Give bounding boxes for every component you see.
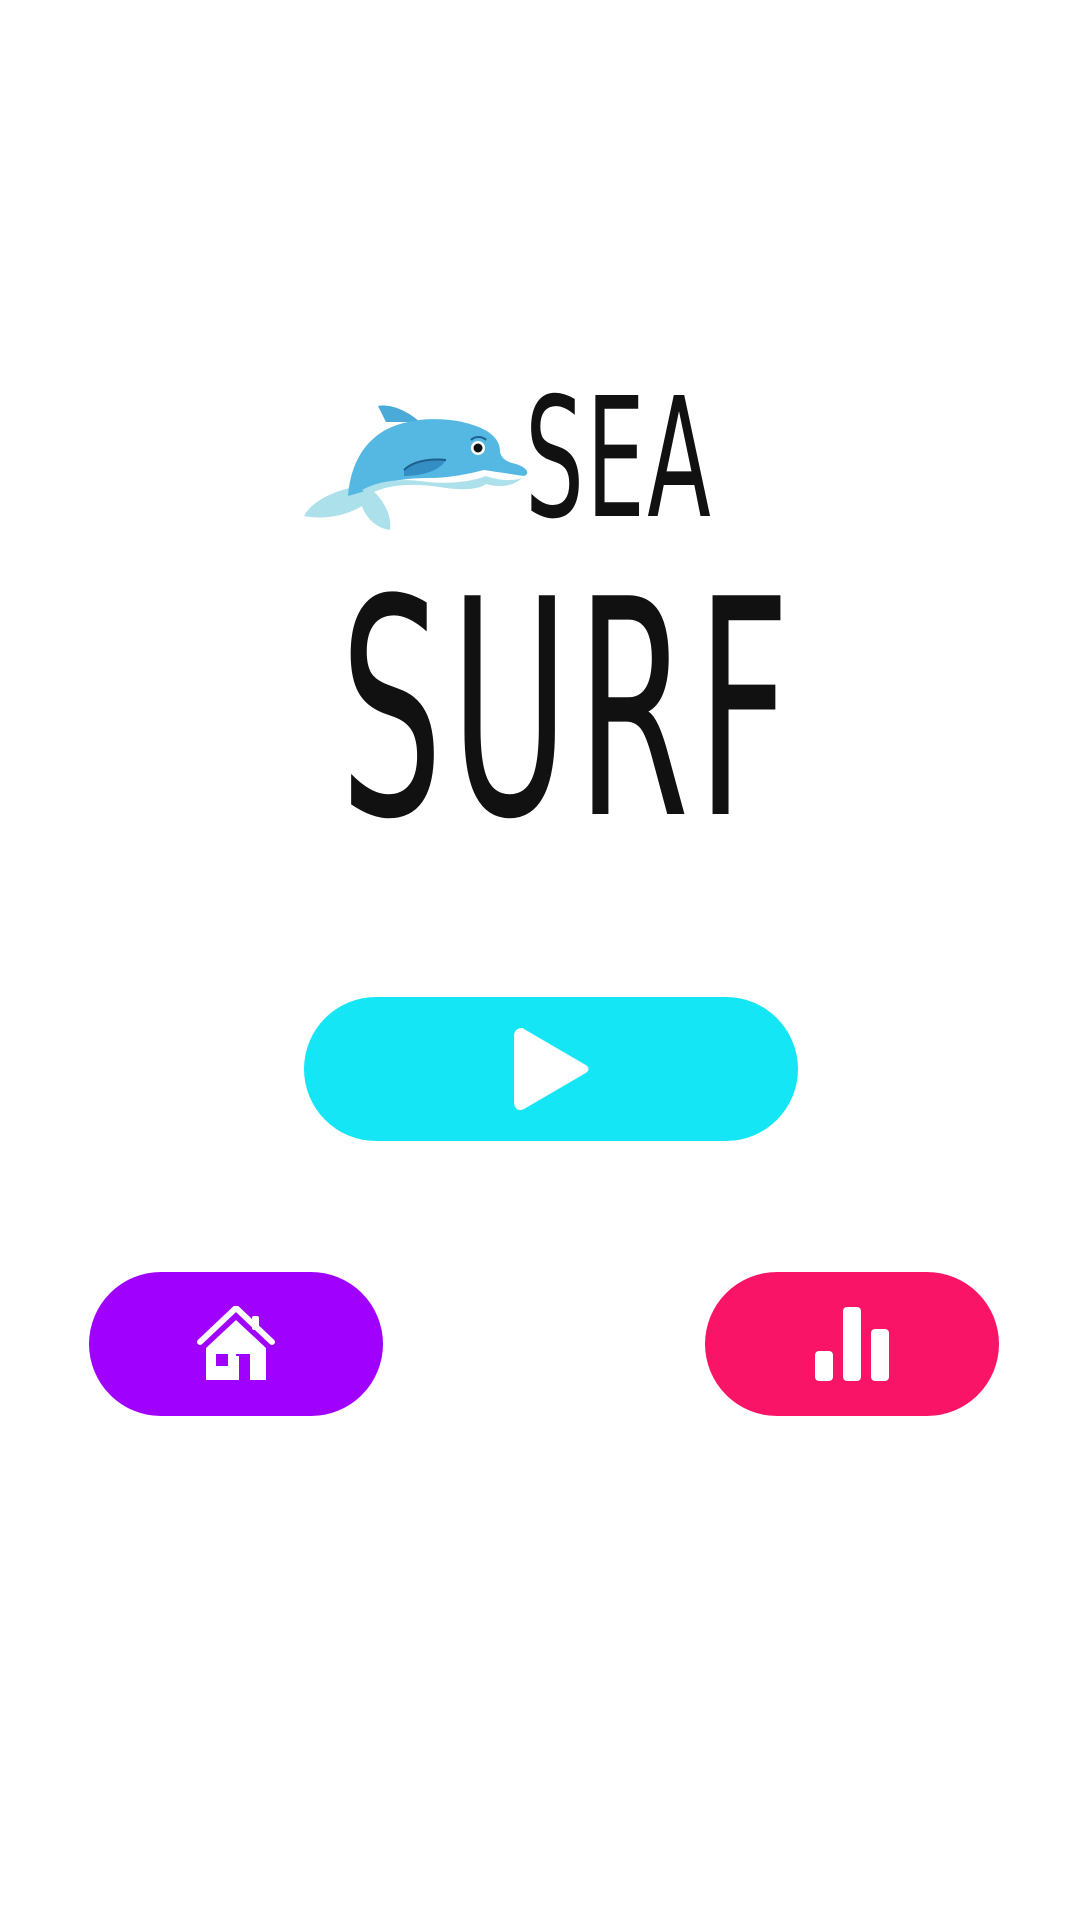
play-icon xyxy=(514,1028,589,1111)
play-button[interactable] xyxy=(304,997,798,1141)
game-logo: SEA SURF xyxy=(0,0,1080,900)
dolphin-icon xyxy=(304,405,528,530)
bar-chart-icon xyxy=(815,1307,889,1381)
home-icon xyxy=(197,1306,275,1380)
title-sea: SEA xyxy=(525,363,714,556)
home-button[interactable] xyxy=(89,1272,383,1416)
stats-button[interactable] xyxy=(705,1272,999,1416)
title-surf: SURF xyxy=(340,536,798,885)
